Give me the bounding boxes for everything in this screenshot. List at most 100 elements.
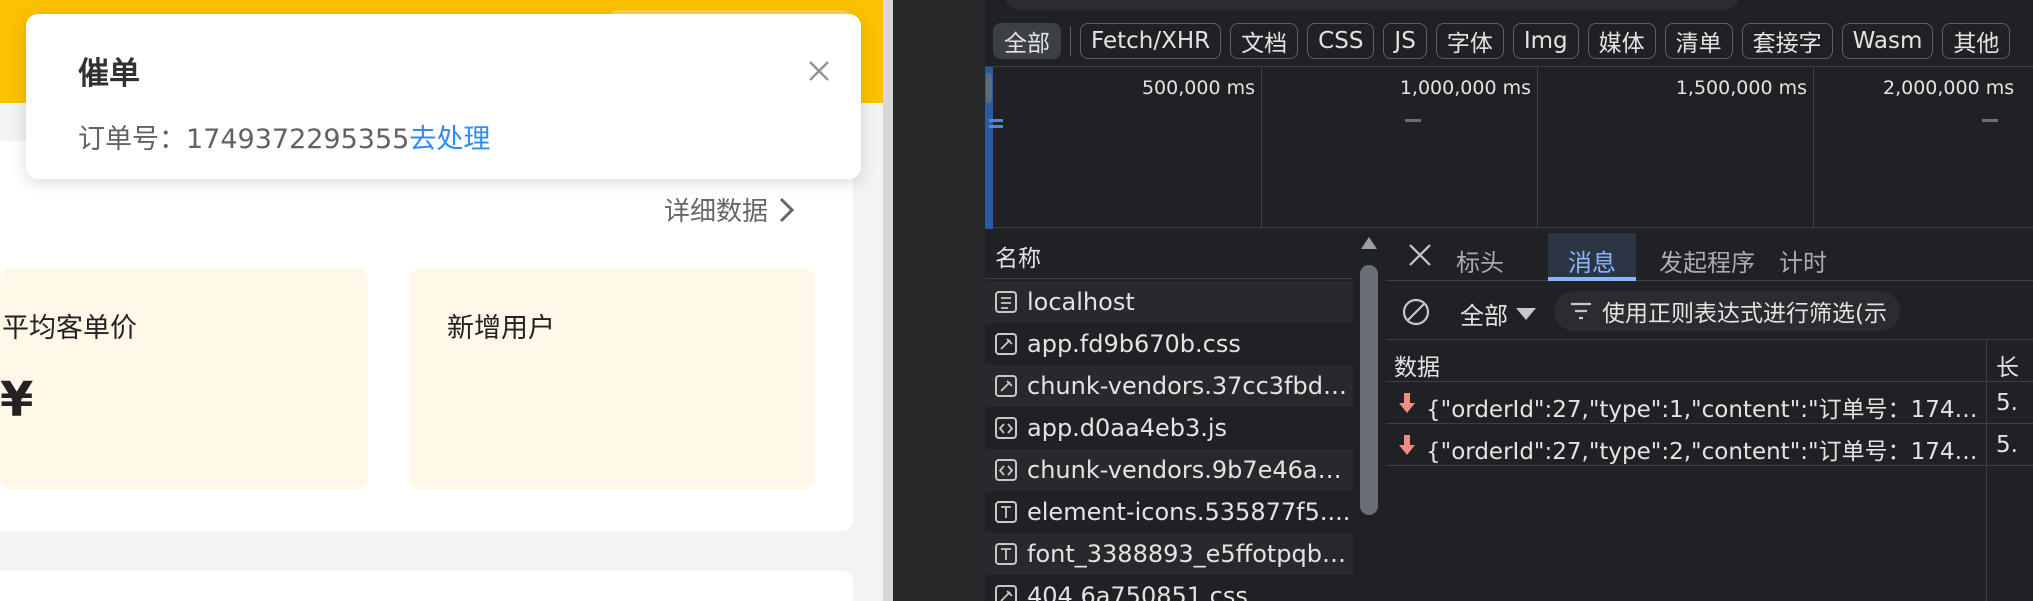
column-header-name[interactable]: 名称 [985,229,1353,279]
notification-body: 订单号：1749372295355去处理 [78,117,490,156]
page-scrollbar[interactable] [883,0,893,601]
tab-messages[interactable]: 消息 [1568,243,1616,278]
detail-data-link[interactable]: 详细数据 [664,191,796,228]
stylesheet-icon [995,375,1017,397]
message-regex-filter-input[interactable]: 使用正则表达式进行筛选(示 [1554,291,1900,331]
filter-css[interactable]: CSS [1307,23,1375,59]
filter-media[interactable]: 媒体 [1587,23,1656,59]
close-icon[interactable] [804,56,834,86]
devtools-network-panel: 全部 Fetch/XHR 文档 CSS JS 字体 Img 媒体 清单 套接字 … [985,0,2033,601]
stylesheet-icon [995,585,1017,601]
order-reminder-notification: 催单 订单号：1749372295355去处理 [26,14,861,179]
request-name: app.fd9b670b.css [1027,330,1241,358]
message-type-value: 全部 [1460,302,1508,330]
detail-tabbar: 标头 消息 发起程序 计时 [1386,229,2033,281]
order-number-text: 订单号：1749372295355 [78,124,410,155]
stat-label: 平均客单价 [2,313,137,344]
request-list: 名称 localhost app.fd9b670b.css chunk-vendor… [985,229,1385,601]
column-separator[interactable] [1986,340,1987,382]
download-arrow-icon [1399,393,1415,413]
resource-type-filters: 全部 Fetch/XHR 文档 CSS JS 字体 Img 媒体 清单 套接字 … [985,15,2011,67]
timeline-gridline [1813,67,1814,229]
column-separator [1986,466,1987,601]
timeline-handle[interactable] [985,67,993,229]
request-row[interactable]: font_3388893_e5ffotpqbv... [985,533,1353,575]
stat-value: ¥ [0,372,34,428]
notification-title: 催单 [78,56,140,92]
timeline-label: 500,000 ms [1141,77,1255,99]
column-header-data[interactable]: 数据 [1394,348,1440,382]
filter-separator [1070,26,1071,56]
column-separator [1986,382,1987,424]
column-header-length[interactable]: 长 [1996,348,2019,382]
message-length: 5. [1996,390,2018,416]
detail-data-label: 详细数据 [664,197,769,227]
filter-other[interactable]: 其他 [1942,23,2011,59]
close-icon[interactable] [1406,241,1434,269]
filter-input[interactable] [1005,0,1739,10]
filter-doc[interactable]: 文档 [1230,23,1299,59]
request-name: font_3388893_e5ffotpqbv... [1027,540,1353,568]
message-type-select[interactable]: 全部 [1460,296,1536,331]
script-icon [995,459,1017,481]
message-data: {"orderId":27,"type":1,"content":"订单号：17… [1426,397,1984,423]
scroll-up-arrow-icon[interactable] [1361,237,1377,249]
request-name: app.d0aa4eb3.js [1027,414,1228,442]
timeline-bar [1405,119,1421,122]
message-length: 5. [1996,432,2018,458]
tab-initiator[interactable]: 发起程序 [1659,243,1755,278]
request-row[interactable]: localhost [985,281,1353,323]
request-row[interactable]: chunk-vendors.9b7e46a0.js [985,449,1353,491]
tab-headers[interactable]: 标头 [1456,243,1504,278]
active-tab-underline [1548,277,1636,281]
column-separator [1986,424,1987,466]
filter-wasm[interactable]: Wasm [1841,23,1934,59]
scrollbar-thumb[interactable] [1360,265,1378,515]
filter-img[interactable]: Img [1512,23,1579,59]
stats-card: 详细数据 平均客单价 ¥ 新增用户 [0,141,853,531]
dropdown-caret-icon [1516,307,1536,320]
secondary-card [0,571,853,601]
filter-js[interactable]: JS [1383,23,1427,59]
timeline-bar [989,119,1003,122]
messages-table-header: 数据 长 [1386,340,2033,382]
grip-icon [986,73,992,103]
panel-divider[interactable] [893,0,985,601]
request-row[interactable]: element-icons.535877f5.... [985,491,1353,533]
tab-timing[interactable]: 计时 [1779,243,1827,278]
timeline-label: 1,000,000 ms [1399,77,1531,99]
timeline-label: 2,000,000 ms [1883,77,2015,99]
chevron-right-icon [779,197,795,222]
message-filter-bar: 全部 使用正则表达式进行筛选(示 [1386,282,2033,340]
download-arrow-icon [1399,435,1415,455]
filter-fetch-xhr[interactable]: Fetch/XHR [1080,23,1222,59]
request-row[interactable]: 404.6a750851.css [985,575,1353,601]
request-name: element-icons.535877f5.... [1027,498,1351,526]
stat-new-users[interactable]: 新增用户 [409,268,815,490]
clear-messages-icon[interactable] [1400,296,1432,328]
stat-avg-order-value[interactable]: 平均客单价 ¥ [0,268,368,490]
timeline-bar [989,125,1003,128]
filter-font[interactable]: 字体 [1435,23,1504,59]
timeline-gridline [1537,67,1538,229]
message-row[interactable]: {"orderId":27,"type":1,"content":"订单号：17… [1386,382,2033,424]
request-name: chunk-vendors.37cc3fbd.... [1027,372,1353,400]
request-name: 404.6a750851.css [1027,582,1248,601]
request-row[interactable]: chunk-vendors.37cc3fbd.... [985,365,1353,407]
request-list-scrollbar[interactable] [1353,229,1385,601]
filter-socket[interactable]: 套接字 [1741,23,1833,59]
font-icon [995,501,1017,523]
message-row[interactable]: {"orderId":27,"type":2,"content":"订单号：17… [1386,424,2033,466]
document-icon [995,291,1017,313]
request-detail-panel: 标头 消息 发起程序 计时 全部 使用正则表达式进行筛选(示 数据 长 {"or… [1386,229,2033,601]
process-order-link[interactable]: 去处理 [409,124,490,155]
timeline-overview[interactable]: 500,000 ms 1,000,000 ms 1,500,000 ms 2,0… [985,66,2033,229]
filter-manifest[interactable]: 清单 [1664,23,1733,59]
web-app-viewport: 详细数据 平均客单价 ¥ 新增用户 催单 订单号：1749372295355去处… [0,0,893,601]
filter-icon [1571,302,1591,320]
filter-bar [985,0,2033,13]
filter-all[interactable]: 全部 [993,23,1061,59]
request-row[interactable]: app.d0aa4eb3.js [985,407,1353,449]
request-name: chunk-vendors.9b7e46a0.js [1027,456,1353,484]
request-row[interactable]: app.fd9b670b.css [985,323,1353,365]
